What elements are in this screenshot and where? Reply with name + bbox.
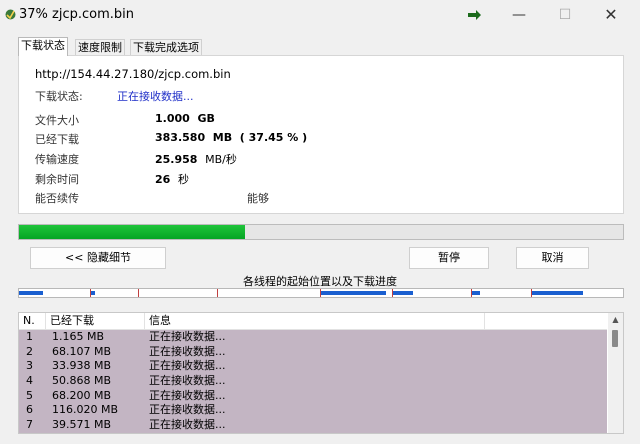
remaining-time-value: 26 秒 (155, 173, 189, 186)
segment-progress (19, 291, 43, 295)
column-header-n[interactable]: N. (19, 313, 46, 329)
speed-value: 25.958 MB/秒 (155, 153, 237, 166)
remaining-time-label: 剩余时间 (35, 173, 79, 186)
thread-segment (532, 289, 623, 297)
thread-segment (19, 289, 91, 297)
thread-number: 2 (26, 344, 33, 358)
details-panel: http://154.44.27.180/zjcp.com.bin 下载状态: … (18, 55, 624, 214)
thread-segment (218, 289, 321, 297)
segment-progress (321, 291, 386, 295)
tab-speed-limit[interactable]: 速度限制 (75, 39, 125, 56)
downloaded-value: 383.580 MB ( 37.45 % ) (155, 131, 308, 144)
thread-downloaded: 1.165 MB (52, 330, 105, 343)
resume-value: 能够 (247, 192, 269, 205)
speed-label: 传输速度 (35, 153, 79, 166)
pause-button[interactable]: 暂停 (409, 247, 489, 269)
table-row[interactable]: 7 39.571 MB 正在接收数据... (19, 418, 607, 433)
thread-downloaded: 39.571 MB (52, 418, 112, 432)
scroll-up-icon[interactable]: ▲ (608, 313, 623, 327)
thread-table: N. 已经下载 信息 1 1.165 MB 正在接收数据... 2 68.107 MB 正… (18, 312, 624, 434)
segment-progress (472, 291, 480, 295)
thread-info: 正在接收数据... (149, 403, 226, 417)
thread-segment (472, 289, 532, 297)
tab-completion-options[interactable]: 下载完成选项 (130, 39, 202, 56)
file-size-value: 1.000 GB (155, 112, 215, 125)
segment-progress (91, 291, 95, 295)
status-value: 正在接收数据... (117, 90, 194, 103)
thread-info: 正在接收数据... (149, 388, 226, 402)
table-row[interactable]: 6 116.020 MB 正在接收数据... (19, 403, 607, 419)
scrollbar-thumb[interactable] (612, 330, 618, 347)
window-title: 37% zjcp.com.bin (19, 7, 134, 22)
column-header-empty[interactable] (485, 313, 607, 329)
tab-download-status[interactable]: 下载状态 (18, 37, 68, 56)
file-size-label: 文件大小 (35, 114, 79, 127)
segment-progress (532, 291, 583, 295)
thread-info: 正在接收数据... (149, 359, 226, 373)
hide-details-button[interactable]: << 隐藏细节 (30, 247, 166, 269)
table-row[interactable]: 1 1.165 MB 正在接收数据... (19, 330, 607, 345)
thread-downloaded: 33.938 MB (52, 359, 112, 373)
maximize-button[interactable]: ☐ (542, 0, 588, 30)
thread-number: 7 (26, 418, 33, 432)
table-row[interactable]: 2 68.107 MB 正在接收数据... (19, 344, 607, 360)
thread-downloaded: 68.107 MB (52, 344, 112, 358)
table-header: N. 已经下载 信息 (19, 313, 607, 330)
thread-segment (139, 289, 218, 297)
segment-progress (393, 291, 413, 295)
thread-number: 3 (26, 359, 33, 373)
column-header-info[interactable]: 信息 (145, 313, 485, 329)
title-bar: 37% zjcp.com.bin — ☐ ✕ (0, 0, 640, 30)
thread-number: 4 (26, 374, 33, 388)
thread-number: 6 (26, 403, 33, 417)
app-icon (5, 9, 16, 20)
table-rows: 1 1.165 MB 正在接收数据... 2 68.107 MB 正在接收数据... 3 33… (19, 330, 607, 433)
close-button[interactable]: ✕ (588, 0, 634, 30)
thread-segments-bar (18, 288, 624, 298)
thread-segment (91, 289, 139, 297)
thread-number: 1 (26, 330, 33, 343)
thread-info: 正在接收数据... (149, 344, 226, 358)
table-row[interactable]: 3 33.938 MB 正在接收数据... (19, 359, 607, 375)
table-row[interactable]: 5 68.200 MB 正在接收数据... (19, 388, 607, 404)
status-label: 下载状态: (35, 90, 83, 103)
thread-downloaded: 50.868 MB (52, 374, 112, 388)
download-arrow-icon[interactable] (466, 9, 482, 21)
thread-segment (321, 289, 393, 297)
cancel-button[interactable]: 取消 (516, 247, 589, 269)
thread-segment (393, 289, 472, 297)
thread-downloaded: 68.200 MB (52, 388, 112, 402)
download-progress-bar (18, 224, 624, 240)
download-url: http://154.44.27.180/zjcp.com.bin (35, 67, 231, 81)
vertical-scrollbar[interactable]: ▲ (608, 313, 623, 433)
thread-info: 正在接收数据... (149, 418, 226, 432)
resume-label: 能否续传 (35, 192, 79, 205)
thread-downloaded: 116.020 MB (52, 403, 119, 417)
thread-info: 正在接收数据... (149, 330, 226, 343)
column-header-downloaded[interactable]: 已经下载 (46, 313, 145, 329)
minimize-button[interactable]: — (496, 0, 542, 30)
thread-number: 5 (26, 388, 33, 402)
downloaded-label: 已经下载 (35, 133, 79, 146)
progress-fill (19, 225, 246, 239)
segments-caption: 各线程的起始位置以及下载进度 (243, 275, 397, 288)
thread-info: 正在接收数据... (149, 374, 226, 388)
table-row[interactable]: 4 50.868 MB 正在接收数据... (19, 374, 607, 389)
